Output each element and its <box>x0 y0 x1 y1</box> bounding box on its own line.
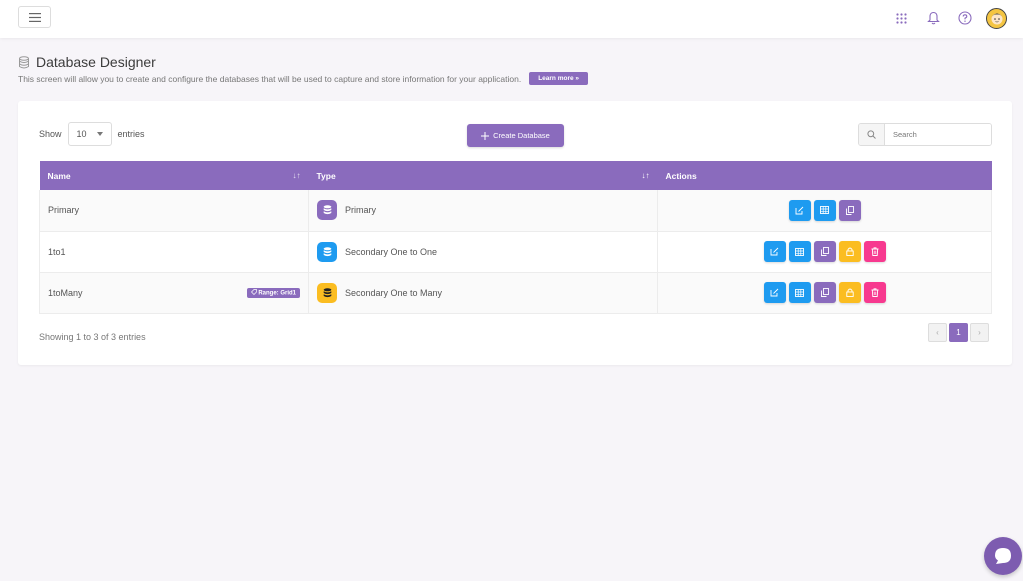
page-title: Database Designer <box>36 54 156 70</box>
database-type: Primary <box>345 205 376 216</box>
cell-name: 1toMany Range: Grid1 <box>39 272 309 314</box>
prev-page-button[interactable]: ‹ <box>928 323 947 342</box>
sort-icon: ↓↑ <box>292 171 301 180</box>
page-button[interactable]: 1 <box>949 323 968 342</box>
database-name: 1toMany <box>48 287 83 298</box>
tag-icon <box>250 289 257 295</box>
delete-button[interactable] <box>863 282 886 303</box>
database-type-icon <box>317 282 337 303</box>
user-face-icon <box>991 13 1002 25</box>
range-badge: Range: Grid1 <box>246 287 300 298</box>
page-description-row: This screen will allow you to create and… <box>18 72 589 85</box>
apps-grid-icon <box>895 12 907 24</box>
trash-icon <box>871 288 878 297</box>
help-icon <box>958 11 972 25</box>
cell-name: 1to1 <box>39 231 309 273</box>
database-name: Primary <box>48 205 79 216</box>
create-database-button[interactable]: Create Database <box>467 124 564 147</box>
top-icons <box>890 7 1007 29</box>
fields-grid-button[interactable] <box>788 282 811 303</box>
database-type-icon <box>317 200 337 221</box>
database-type-icon <box>317 241 337 262</box>
apps-button[interactable] <box>890 7 912 29</box>
copy-button[interactable] <box>838 199 861 221</box>
table-row: Primary Primary <box>39 190 992 232</box>
lock-icon <box>845 288 854 297</box>
bell-icon <box>926 11 940 25</box>
plus-icon <box>481 131 490 140</box>
menu-toggle-button[interactable] <box>18 6 51 28</box>
top-bar <box>0 0 1023 38</box>
help-button[interactable] <box>954 7 976 29</box>
range-badge-label: Range: Grid1 <box>258 290 296 297</box>
grid-icon <box>795 247 804 256</box>
cell-actions <box>657 190 992 232</box>
page-description: This screen will allow you to create and… <box>18 73 522 84</box>
hamburger-icon <box>28 12 41 22</box>
search-button[interactable] <box>859 124 885 145</box>
cell-actions <box>657 272 992 314</box>
copy-icon <box>820 288 829 297</box>
cell-type: Secondary One to Many <box>308 272 658 314</box>
delete-button[interactable] <box>863 241 886 262</box>
search-input[interactable] <box>885 124 991 145</box>
sort-asc-icon: ↓↑ <box>641 171 650 180</box>
database-type: Secondary One to Many <box>345 287 443 298</box>
column-header-type[interactable]: Type ↓↑ <box>308 161 658 190</box>
notifications-button[interactable] <box>922 7 944 29</box>
grid-icon <box>820 206 829 215</box>
trash-icon <box>871 247 878 256</box>
database-name: 1to1 <box>48 246 66 257</box>
database-list-card: Show 10 entries Create Database Name ↓↑ … <box>18 101 1012 365</box>
copy-icon <box>845 205 854 215</box>
column-header-actions: Actions <box>657 161 992 190</box>
column-header-name-label: Name <box>47 170 71 181</box>
chat-button[interactable] <box>984 537 1022 575</box>
cell-type: Secondary One to One <box>308 231 658 273</box>
table-row: 1toMany Range: Grid1 Secondary One to Ma… <box>39 272 992 314</box>
edit-button[interactable] <box>763 241 786 262</box>
column-header-actions-label: Actions <box>665 170 697 181</box>
edit-icon <box>795 206 804 215</box>
fields-grid-button[interactable] <box>813 199 836 221</box>
copy-button[interactable] <box>813 241 836 262</box>
create-database-label: Create Database <box>493 131 550 140</box>
chat-icon <box>995 548 1011 564</box>
database-type: Secondary One to One <box>345 246 438 257</box>
edit-button[interactable] <box>788 199 811 221</box>
learn-more-button[interactable]: Learn more » <box>529 72 589 85</box>
caret-down-icon <box>96 132 103 136</box>
page-length-select[interactable]: 10 <box>67 122 112 146</box>
table-header-row: Name ↓↑ Type ↓↑ Actions <box>39 161 992 190</box>
entries-label: entries <box>117 129 145 139</box>
database-icon <box>19 55 29 68</box>
table-row: 1to1 Secondary One to One <box>39 231 992 273</box>
edit-button[interactable] <box>763 282 786 303</box>
column-header-type-label: Type <box>316 170 336 181</box>
show-label: Show <box>39 129 62 139</box>
copy-button[interactable] <box>813 282 836 303</box>
database-table: Name ↓↑ Type ↓↑ Actions Primary Primary … <box>39 161 992 314</box>
next-page-button[interactable]: › <box>970 323 989 342</box>
pagination: ‹ 1 › <box>928 323 989 342</box>
edit-icon <box>770 247 779 256</box>
grid-icon <box>795 288 804 297</box>
search-box <box>858 123 992 146</box>
column-header-name[interactable]: Name ↓↑ <box>39 161 309 190</box>
cell-actions <box>657 231 992 273</box>
table-info: Showing 1 to 3 of 3 entries <box>39 332 146 342</box>
page-length-value: 10 <box>76 129 87 139</box>
fields-grid-button[interactable] <box>788 241 811 262</box>
lock-icon <box>845 247 854 256</box>
cell-type: Primary <box>308 190 658 232</box>
avatar[interactable] <box>986 7 1007 29</box>
lock-button[interactable] <box>838 241 861 262</box>
page-length-control: Show 10 entries <box>39 122 145 146</box>
page-header: Database Designer <box>18 54 156 70</box>
search-icon <box>867 130 876 139</box>
edit-icon <box>770 288 779 297</box>
lock-button[interactable] <box>838 282 861 303</box>
copy-icon <box>820 247 829 256</box>
cell-name: Primary <box>39 190 309 232</box>
